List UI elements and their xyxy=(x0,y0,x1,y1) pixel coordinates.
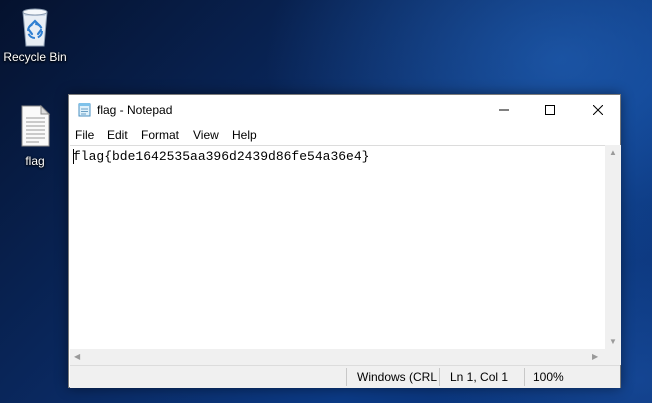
minimize-icon xyxy=(499,109,509,111)
status-encoding: Windows (CRL xyxy=(357,370,437,384)
menu-bar: File Edit Format View Help xyxy=(69,125,620,145)
scroll-right-icon[interactable]: ▶ xyxy=(592,352,598,361)
text-file-icon xyxy=(21,104,51,147)
close-button[interactable] xyxy=(575,95,621,125)
status-position: Ln 1, Col 1 xyxy=(450,370,509,384)
flag-file-label: flag xyxy=(25,154,45,168)
menu-edit[interactable]: Edit xyxy=(107,128,128,142)
desktop-icon-flag-file[interactable]: flag xyxy=(0,104,70,168)
menu-view[interactable]: View xyxy=(193,128,219,142)
scroll-down-icon[interactable]: ▼ xyxy=(609,337,617,346)
recycle-bin-label: Recycle Bin xyxy=(3,50,67,64)
scrollbar-corner xyxy=(605,349,621,365)
menu-help[interactable]: Help xyxy=(232,128,257,142)
status-divider xyxy=(439,368,440,386)
status-divider xyxy=(524,368,525,386)
vertical-scrollbar[interactable]: ▲ ▼ xyxy=(605,145,621,349)
scroll-up-icon[interactable]: ▲ xyxy=(609,148,617,157)
desktop-icon-recycle-bin[interactable]: Recycle Bin xyxy=(0,4,70,64)
notepad-window[interactable]: flag - Notepad File Edit Format View Hel… xyxy=(68,94,621,388)
maximize-button[interactable] xyxy=(527,95,573,125)
close-icon xyxy=(593,105,603,115)
notepad-icon xyxy=(78,103,91,117)
maximize-icon xyxy=(545,105,555,115)
status-bar: Windows (CRL Ln 1, Col 1 100% xyxy=(70,365,620,388)
window-title: flag - Notepad xyxy=(97,103,173,117)
scroll-left-icon[interactable]: ◀ xyxy=(74,352,80,361)
minimize-button[interactable] xyxy=(481,95,527,125)
horizontal-scrollbar[interactable]: ◀ ▶ xyxy=(70,349,605,365)
menu-file[interactable]: File xyxy=(75,128,94,142)
status-divider xyxy=(346,368,347,386)
status-zoom: 100% xyxy=(533,370,564,384)
editor-content[interactable]: flag{bde1642535aa396d2439d86fe54a36e4} xyxy=(73,149,369,164)
recycle-bin-icon xyxy=(22,8,48,47)
title-bar[interactable]: flag - Notepad xyxy=(69,95,620,125)
text-editor[interactable]: flag{bde1642535aa396d2439d86fe54a36e4} xyxy=(70,145,605,350)
text-caret xyxy=(73,149,74,164)
menu-format[interactable]: Format xyxy=(141,128,179,142)
